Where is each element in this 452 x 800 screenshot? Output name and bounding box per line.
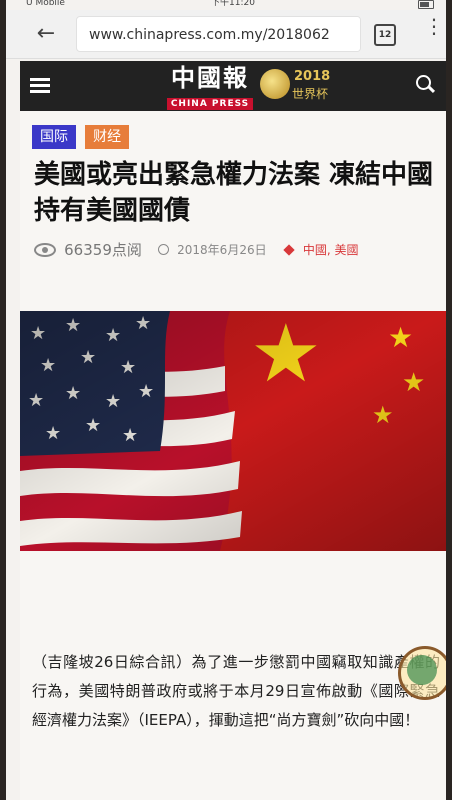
browser-toolbar: ← www.chinapress.com.my/2018062 12 ⋮ [6, 10, 446, 59]
address-bar[interactable]: www.chinapress.com.my/2018062 [76, 16, 361, 52]
article-meta: 66359点阅 2018年6月26日 中國, 美國 [34, 239, 434, 259]
soccer-ball-icon [260, 69, 290, 99]
carrier-label: U Mobile [26, 0, 65, 8]
watermark-badge [398, 646, 446, 700]
article-content: 国际 财经 美國或亮出緊急權力法案 凍結中國持有美國國債 66359点阅 201… [20, 111, 446, 800]
article-body: （吉隆坡26日綜合訊）為了進一步懲罰中國竊取知識產權的行為，美國特朗普政府或將于… [32, 653, 440, 729]
flags-illustration: ★★★★ ★★★ ★★★★ ★★★ ★ ★ ★ ★ [20, 311, 446, 551]
site-logo[interactable]: 中國報 CHINA PRESS [160, 63, 260, 110]
battery-icon [418, 0, 434, 9]
view-count: 66359点阅 [64, 241, 142, 259]
hamburger-menu-icon[interactable] [30, 75, 50, 97]
cup-label: 世界杯 [292, 87, 329, 101]
tag-international[interactable]: 国际 [32, 125, 76, 149]
article-title: 美國或亮出緊急權力法案 凍結中國持有美國國債 [34, 160, 434, 226]
logo-english: CHINA PRESS [166, 98, 254, 110]
world-cup-badge[interactable]: 2018 世界杯 [260, 67, 350, 105]
category-links[interactable]: 中國, 美國 [303, 243, 359, 257]
tag-icon [283, 243, 295, 256]
site-header: 中國報 CHINA PRESS 2018 世界杯 [20, 61, 446, 111]
overflow-menu-icon[interactable]: ⋮ [424, 16, 444, 46]
hero-image-flags: ★★★★ ★★★ ★★★★ ★★★ ★ ★ ★ ★ [20, 311, 446, 551]
status-bar: U Mobile 下午11:20 [6, 0, 446, 10]
article-tags: 国际 财经 [32, 125, 133, 149]
cup-year: 2018 [294, 69, 331, 84]
clock-label: 下午11:20 [211, 0, 255, 8]
tag-finance[interactable]: 财经 [85, 125, 130, 149]
logo-chinese: 中國報 [171, 63, 249, 92]
url-text: www.chinapress.com.my/2018062 [89, 27, 330, 43]
phone-screen: U Mobile 下午11:20 ← www.chinapress.com.my… [6, 0, 446, 800]
tab-switcher-button[interactable]: 12 [374, 24, 396, 46]
search-icon[interactable] [416, 75, 436, 95]
back-arrow-icon[interactable]: ← [34, 22, 58, 46]
clock-icon [158, 244, 169, 255]
publish-date: 2018年6月26日 [177, 243, 267, 257]
eye-icon [34, 242, 56, 257]
